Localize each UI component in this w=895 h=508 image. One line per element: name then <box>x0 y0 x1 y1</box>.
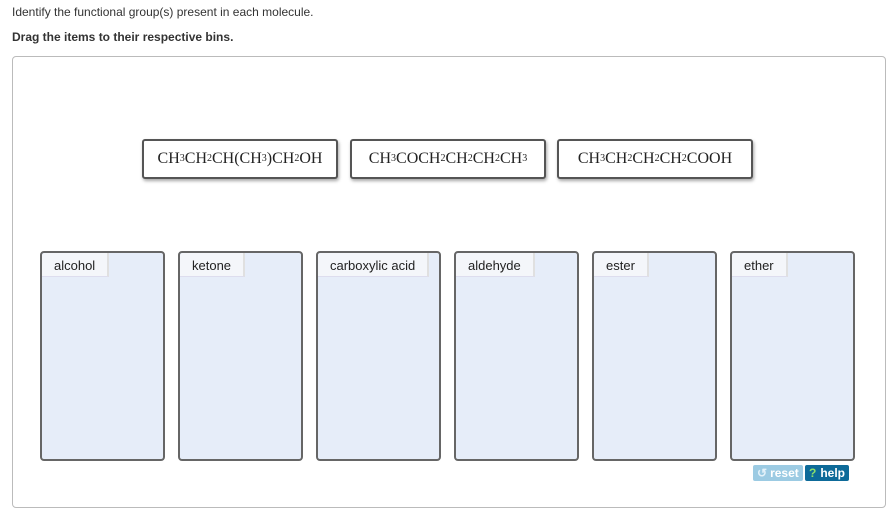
instruction-text: Identify the functional group(s) present… <box>12 5 314 19</box>
reset-label: reset <box>770 466 799 480</box>
formula-text: CH <box>445 150 468 167</box>
bin-ketone[interactable]: ketone <box>178 251 303 461</box>
formula-text: CH(CH <box>212 150 262 167</box>
formula-text: CH <box>632 150 655 167</box>
bin-label: ester <box>594 253 649 277</box>
molecule-tile-2[interactable]: CH 3 COCH 2 CH 2 CH 2 CH 3 <box>350 139 546 179</box>
formula-text: CH <box>577 150 601 167</box>
bin-alcohol[interactable]: alcohol <box>40 251 165 461</box>
reset-icon: ↺ <box>757 466 768 480</box>
molecule-tile-1[interactable]: CH 3 CH 2 CH(CH 3)CH 2 OH <box>142 139 338 179</box>
formula-text: CH <box>659 150 682 167</box>
bin-ether[interactable]: ether <box>730 251 855 461</box>
bin-aldehyde[interactable]: aldehyde <box>454 251 579 461</box>
bin-label: ether <box>732 253 788 277</box>
molecule-tile-3[interactable]: CH 3 CH 2 CH 2 CH 2 COOH <box>557 139 753 179</box>
help-label: help <box>820 466 846 480</box>
formula-text: CH <box>157 150 180 167</box>
bin-label: aldehyde <box>456 253 535 277</box>
formula-text: COCH <box>396 150 441 167</box>
reset-button[interactable]: ↺ reset <box>753 465 803 481</box>
formula-text: CH <box>499 150 523 167</box>
formula-text: )CH <box>266 150 295 167</box>
formula-text: CH <box>605 150 628 167</box>
bin-carboxylic-acid[interactable]: carboxylic acid <box>316 251 441 461</box>
formula-text: CH <box>184 150 207 167</box>
formula-text: OH <box>299 150 323 167</box>
bin-label: carboxylic acid <box>318 253 430 277</box>
bin-label: alcohol <box>42 253 110 277</box>
help-icon: ? <box>809 466 817 480</box>
help-button[interactable]: ? help <box>805 465 850 481</box>
formula-text: CH <box>472 150 495 167</box>
formula-text: COOH <box>686 150 733 167</box>
drag-instruction: Drag the items to their respective bins. <box>12 30 234 44</box>
bin-label: ketone <box>180 253 246 277</box>
bin-ester[interactable]: ester <box>592 251 717 461</box>
formula-text: CH <box>368 150 392 167</box>
